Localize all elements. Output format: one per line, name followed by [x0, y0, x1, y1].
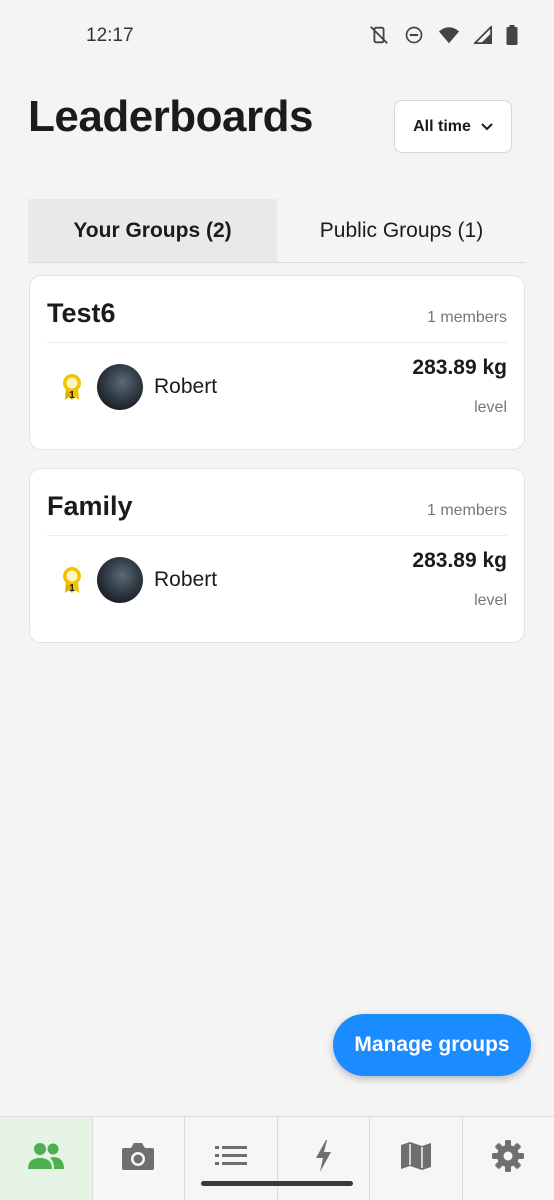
time-filter-value: All time: [413, 117, 471, 135]
group-member-count: 1 members: [426, 309, 507, 326]
group-name: Family: [47, 491, 133, 521]
cellular-signal-icon: [474, 26, 492, 44]
group-name: Test6: [47, 298, 116, 328]
nav-item-camera[interactable]: [93, 1117, 185, 1200]
manage-groups-button[interactable]: Manage groups: [333, 1014, 531, 1076]
first-place-medal-icon: 1: [61, 566, 83, 599]
chevron-down-icon: [481, 118, 493, 136]
status-bar: 12:17: [0, 0, 554, 72]
group-card[interactable]: Test6 1 members 1 Robert 283.89 kg level: [29, 275, 525, 450]
gesture-handle[interactable]: [201, 1181, 353, 1186]
tab-public-groups[interactable]: Public Groups (1): [277, 199, 526, 262]
nav-item-activity[interactable]: [278, 1117, 370, 1200]
groups-icon: [27, 1142, 65, 1175]
avatar: [97, 364, 143, 410]
leaderboards-screen: 12:17 Leaderboards All time Your Groups …: [0, 0, 554, 1200]
status-icons: [368, 24, 518, 46]
group-member-count: 1 members: [426, 502, 507, 519]
lightning-icon: [314, 1140, 332, 1177]
first-place-medal-icon: 1: [61, 373, 83, 406]
vibrate-off-icon: [368, 24, 390, 46]
list-icon: [214, 1145, 247, 1172]
score-unit-label: level: [474, 399, 507, 416]
divider: [47, 535, 507, 536]
battery-icon: [506, 25, 518, 45]
page-title: Leaderboards: [28, 92, 313, 141]
medal-rank: 1: [69, 390, 75, 401]
nav-item-map[interactable]: [370, 1117, 463, 1200]
medal-rank: 1: [69, 583, 75, 594]
gear-icon: [492, 1140, 525, 1177]
member-name: Robert: [154, 375, 218, 398]
do-not-disturb-icon: [404, 25, 424, 45]
tab-your-groups[interactable]: Your Groups (2): [28, 199, 277, 262]
divider: [47, 342, 507, 343]
group-card[interactable]: Family 1 members 1 Robert 283.89 kg leve…: [29, 468, 525, 643]
time-filter-dropdown[interactable]: All time: [394, 100, 512, 153]
group-tabs: Your Groups (2) Public Groups (1): [28, 199, 526, 263]
map-icon: [400, 1141, 432, 1176]
member-name: Robert: [154, 568, 218, 591]
nav-item-groups[interactable]: [0, 1117, 93, 1200]
wifi-icon: [438, 25, 460, 45]
status-time: 12:17: [86, 25, 134, 46]
member-score: 283.89 kg: [412, 549, 507, 572]
nav-item-list[interactable]: [185, 1117, 278, 1200]
bottom-navigation: [0, 1116, 554, 1200]
avatar: [97, 557, 143, 603]
member-score: 283.89 kg: [412, 356, 507, 379]
score-unit-label: level: [474, 592, 507, 609]
nav-item-settings[interactable]: [463, 1117, 554, 1200]
camera-icon: [121, 1141, 155, 1176]
